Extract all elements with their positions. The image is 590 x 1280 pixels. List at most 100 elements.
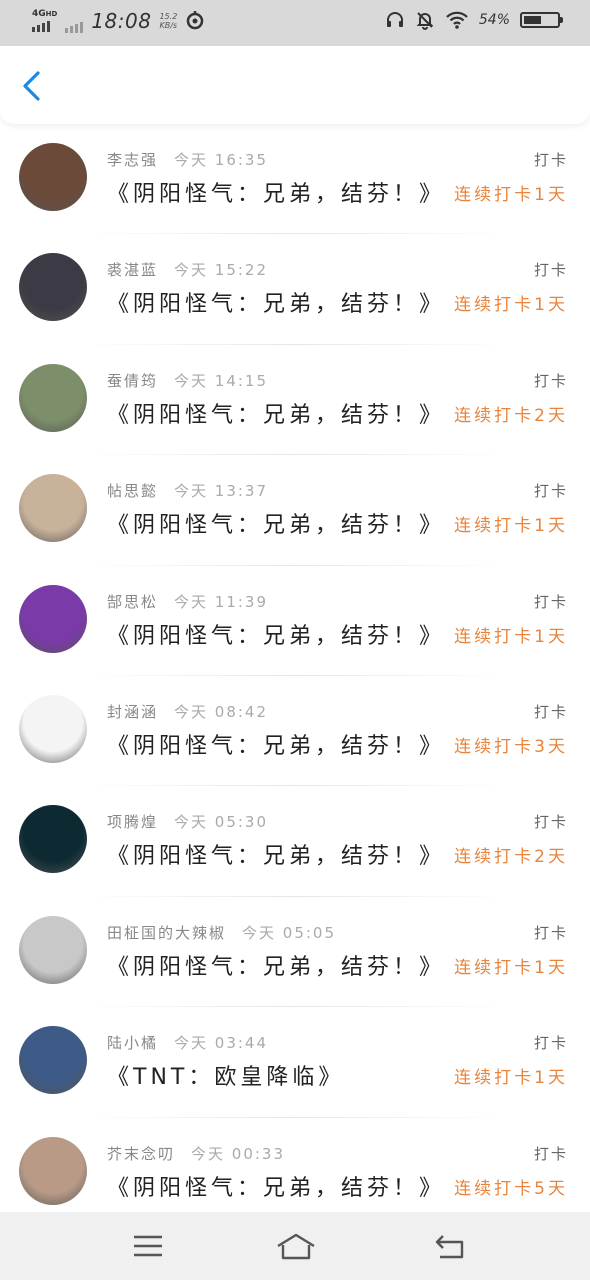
timestamp: 今天 16:35 [174, 151, 269, 169]
item-title: 《阴阳怪气：兄弟，结芬！》 [107, 623, 446, 649]
timestamp: 今天 03:44 [174, 1034, 269, 1053]
header [0, 46, 590, 124]
name-line: 项腾煌 今天 05:30 [107, 811, 268, 832]
streak-label: 连续打卡1天 [454, 516, 568, 537]
name-line: 郜思松 今天 11:39 [107, 591, 268, 612]
checkin-type: 打卡 [533, 813, 568, 832]
item-title: 《阴阳怪气：兄弟，结芬！》 [107, 182, 446, 207]
list-item[interactable]: 郜思松 今天 11:39 打卡 《阴阳怪气：兄弟，结芬！》 连续打卡1天 [0, 566, 590, 676]
streak-label: 连续打卡1天 [454, 295, 568, 316]
avatar[interactable] [19, 1026, 87, 1095]
item-title: 《TNT：欧皇降临》 [107, 1065, 345, 1091]
clock: 18:08 [91, 8, 152, 33]
timestamp: 今天 15:22 [174, 261, 269, 280]
status-right: 54% [385, 10, 563, 30]
list-item[interactable]: 裘湛蓝 今天 15:22 打卡《阴阳怪气：兄弟，结芬！》 连续打卡1天 [0, 234, 590, 345]
list-item[interactable]: 蚕倩筠 今天 14:15 打卡《阴阳怪气：兄弟，结芬！》 连续打卡2天 [0, 345, 590, 456]
item-title: 《阴阳怪气：兄弟，结芬！》 [107, 844, 446, 870]
status-left: 4GHD 18:08 15.2 KB/s [32, 8, 205, 33]
bell-off-icon [416, 12, 434, 30]
avatar[interactable] [19, 805, 87, 874]
checkin-list: 李志强 今天 16:35 打卡 《阴阳怪气：兄弟，结芬！》 连续打卡1天 裘湛蓝 今天 15… [0, 124, 590, 1228]
user-name: 陆小橘 [107, 1034, 159, 1053]
list-item[interactable]: 陆小橘 今天 03:44 打卡《TNT：欧皇降临》 连续打卡1天 [0, 1007, 590, 1118]
menu-icon[interactable] [128, 1230, 168, 1262]
item-title: 《阴阳怪气：兄弟，结芬！》 [107, 954, 446, 980]
network-indicator: 4GHD [32, 8, 58, 32]
user-name: 项腾煌 [107, 813, 159, 832]
timestamp: 今天 13:37 [174, 482, 269, 501]
home-icon[interactable] [274, 1230, 318, 1262]
network-type: 4G [32, 8, 46, 19]
timestamp: 今天 05:30 [174, 813, 269, 832]
user-name: 帖思懿 [107, 482, 159, 501]
item-title: 《阴阳怪气：兄弟，结芬！》 [107, 402, 446, 428]
status-bar: 4GHD 18:08 15.2 KB/s 54% [0, 0, 590, 46]
name-line: 田柾国的大辣椒 今天 05:05 [107, 922, 336, 943]
checkin-type: 打卡 [533, 1034, 568, 1053]
list-item[interactable]: 田柾国的大辣椒 今天 05:05 打卡《阴阳怪气：兄弟，结芬！》 连续打卡1天 [0, 897, 590, 1008]
system-nav-bar [0, 1212, 590, 1280]
user-name: 封涵涵 [107, 702, 159, 721]
avatar[interactable] [19, 584, 87, 653]
name-line: 帖思懿 今天 13:37 [107, 480, 268, 501]
item-title: 《阴阳怪气：兄弟，结芬！》 [107, 733, 446, 759]
streak-label: 连续打卡1天 [454, 957, 568, 978]
hd-label: HD [45, 9, 58, 18]
name-line: 蚕倩筠 今天 14:15 [107, 370, 268, 391]
timestamp: 今天 00:33 [191, 1144, 286, 1163]
timestamp: 今天 08:42 [174, 702, 269, 721]
checkin-type: 打卡 [533, 702, 568, 721]
checkin-type: 打卡 [533, 151, 568, 169]
name-line: 裘湛蓝 今天 15:22 [107, 259, 268, 280]
timestamp: 今天 05:05 [242, 923, 337, 942]
streak-label: 连续打卡5天 [454, 1178, 568, 1199]
user-name: 裘湛蓝 [107, 261, 159, 280]
avatar[interactable] [19, 915, 87, 984]
checkin-type: 打卡 [533, 1144, 568, 1163]
loading-icon [187, 10, 204, 29]
checkin-type: 打卡 [533, 482, 568, 501]
name-line: 封涵涵 今天 08:42 [107, 701, 268, 722]
speed-unit: KB/s [159, 20, 178, 30]
battery-icon [520, 12, 563, 28]
item-title: 《阴阳怪气：兄弟，结芬！》 [107, 1175, 446, 1201]
streak-label: 连续打卡1天 [454, 185, 568, 205]
network-speed: 15.2 KB/s [159, 12, 177, 30]
name-line: 李志强 今天 16:35 [107, 149, 268, 170]
list-item[interactable]: 项腾煌 今天 05:30 打卡 《阴阳怪气：兄弟，结芬！》 连续打卡2天 [0, 786, 590, 897]
timestamp: 今天 11:39 [174, 592, 269, 611]
avatar[interactable] [19, 474, 87, 543]
name-line: 陆小橘 今天 03:44 [107, 1032, 268, 1053]
return-icon[interactable] [430, 1230, 470, 1262]
avatar[interactable] [19, 363, 87, 432]
speed-value: 15.2 [159, 11, 178, 21]
list-item[interactable]: 封涵涵 今天 08:42 打卡《阴阳怪气：兄弟，结芬！》 连续打卡3天 [0, 676, 590, 787]
avatar[interactable] [19, 694, 87, 763]
avatar[interactable] [19, 143, 87, 211]
user-name: 芥末念叨 [107, 1144, 176, 1163]
streak-label: 连续打卡3天 [454, 736, 568, 757]
back-arrow-icon[interactable] [18, 70, 48, 102]
user-name: 蚕倩筠 [107, 371, 159, 390]
user-name: 郜思松 [107, 592, 159, 611]
signal-icon [32, 20, 50, 32]
list-item[interactable]: 帖思懿 今天 13:37 打卡《阴阳怪气：兄弟，结芬！》 连续打卡1天 [0, 455, 590, 566]
timestamp: 今天 14:15 [174, 371, 269, 390]
checkin-type: 打卡 [533, 371, 568, 390]
wifi-icon [446, 11, 468, 29]
battery-percent: 54% [478, 12, 510, 28]
list-item[interactable]: 李志强 今天 16:35 打卡《阴阳怪气：兄弟，结芬！》 连续打卡1天 [0, 124, 590, 235]
avatar[interactable] [19, 1136, 87, 1205]
headphones-icon [386, 12, 403, 27]
avatar[interactable] [19, 253, 87, 322]
item-title: 《阴阳怪气：兄弟，结芬！》 [107, 292, 446, 318]
streak-label: 连续打卡2天 [454, 405, 568, 426]
checkin-type: 打卡 [533, 261, 568, 280]
user-name: 李志强 [107, 151, 159, 169]
item-title: 《阴阳怪气：兄弟，结芬！》 [107, 513, 446, 539]
checkin-type: 打卡 [533, 923, 568, 942]
battery-fill [524, 16, 542, 24]
streak-label: 连续打卡1天 [454, 1068, 568, 1089]
name-line: 芥末念叨 今天 00:33 [107, 1143, 285, 1164]
